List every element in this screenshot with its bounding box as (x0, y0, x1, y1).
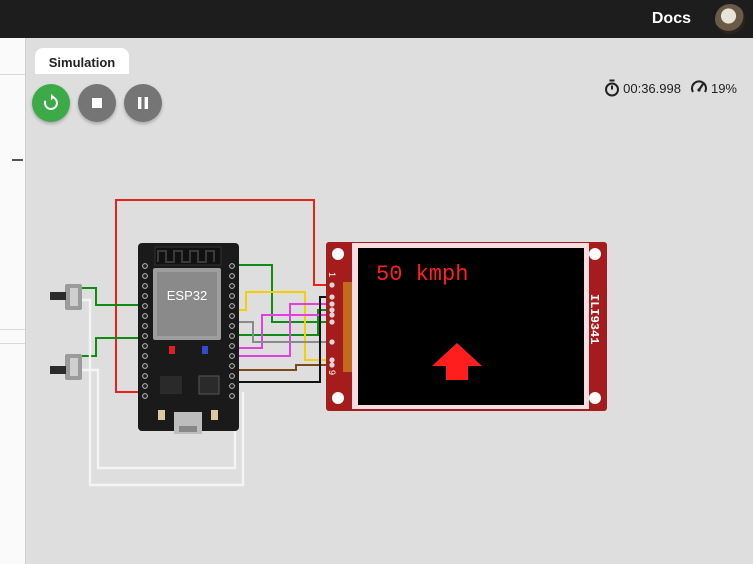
esp32-label: ESP32 (167, 288, 207, 303)
wire-yellow (233, 291, 330, 361)
display-pin-first-label: 1 (327, 272, 337, 277)
wire-gray (233, 321, 330, 343)
slide-switch-2[interactable] (50, 354, 82, 380)
wire-green-button2 (82, 337, 145, 357)
wire-green-button1 (82, 287, 145, 306)
esp32-board[interactable]: ESP32 (138, 243, 239, 434)
wire-green-display (233, 264, 330, 323)
wire-magenta-1 (233, 314, 330, 349)
slide-switch-1[interactable] (50, 284, 82, 310)
ili9341-display[interactable]: 1 9 ILI9341 50 kmph (326, 242, 607, 411)
display-model-label: ILI9341 (587, 294, 601, 344)
speed-readout: 50 kmph (376, 262, 468, 287)
display-pin-last-label: 9 (327, 370, 337, 375)
diagram-canvas[interactable]: ESP32 1 9 ILI9341 50 kmph (0, 0, 753, 564)
wire-brown (233, 364, 330, 371)
